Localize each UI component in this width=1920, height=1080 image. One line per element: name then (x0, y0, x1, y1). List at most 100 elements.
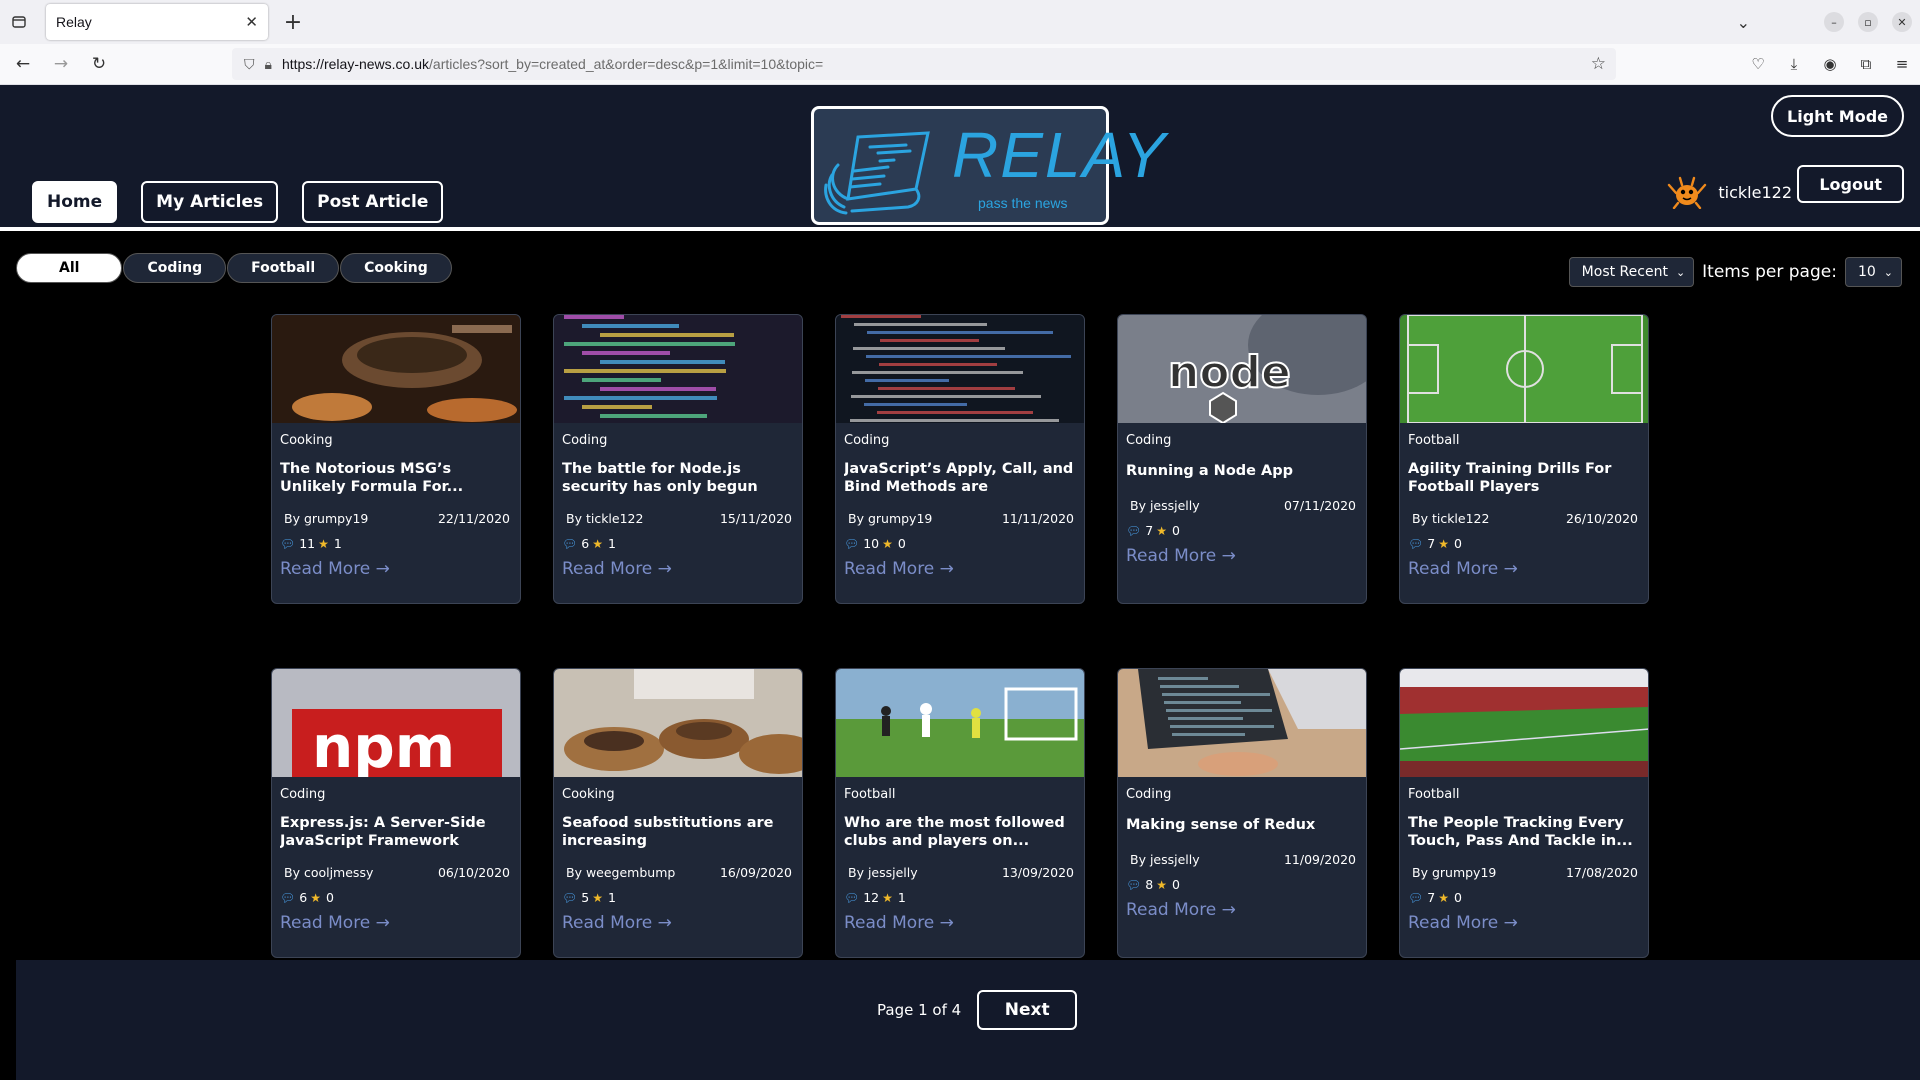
read-more-link[interactable]: Read More → (1126, 546, 1236, 566)
article-meta: By grumpy19 22/11/2020 (284, 511, 510, 526)
article-title[interactable]: The People Tracking Every Touch, Pass An… (1408, 814, 1642, 850)
home-button[interactable]: Home (32, 181, 118, 223)
article-date: 13/09/2020 (1001, 865, 1074, 880)
read-more-link[interactable]: Read More → (280, 913, 390, 933)
article-card[interactable]: node Coding Running a Node App By jessje… (1117, 314, 1367, 604)
article-title[interactable]: Seafood substitutions are increasing (562, 814, 796, 850)
article-thumbnail[interactable] (1400, 669, 1648, 777)
read-more-link[interactable]: Read More → (562, 913, 672, 933)
comment-count: 7 (1427, 536, 1436, 551)
comment-bubble-icon: 💬︎ (1408, 890, 1424, 905)
article-stats: 💬︎ 7 ★ 0 (1408, 890, 1462, 905)
article-topic: Coding (1126, 433, 1172, 448)
article-card[interactable]: Football Agility Training Drills For Foo… (1399, 314, 1649, 604)
star-icon: ★ (1438, 890, 1449, 905)
article-thumbnail[interactable]: node (1118, 315, 1366, 423)
article-thumbnail[interactable] (1118, 669, 1366, 777)
article-card[interactable]: npm Coding Express.js: A Server-Side Jav… (271, 668, 521, 958)
article-card[interactable]: Cooking Seafood substitutions are increa… (553, 668, 803, 958)
article-card[interactable]: Football The People Tracking Every Touch… (1399, 668, 1649, 958)
next-page-button[interactable]: Next (977, 990, 1078, 1030)
article-card[interactable]: Football Who are the most followed clubs… (835, 668, 1085, 958)
browser-tab[interactable]: Relay ✕ (46, 4, 268, 40)
read-more-link[interactable]: Read More → (1408, 913, 1518, 933)
url-bar[interactable]: ⛉ 🔒︎ https://relay-news.co.uk/articles?s… (232, 48, 1616, 80)
vote-count: 1 (607, 890, 616, 905)
vote-count: 0 (1171, 877, 1180, 892)
read-more-link[interactable]: Read More → (1408, 559, 1518, 579)
my-articles-button[interactable]: My Articles (141, 181, 279, 223)
article-date: 16/09/2020 (719, 865, 792, 880)
article-title[interactable]: The Notorious MSG’s Unlikely Formula For… (280, 460, 514, 496)
comment-bubble-icon: 💬︎ (844, 536, 860, 551)
article-thumbnail[interactable] (554, 315, 802, 423)
light-mode-button[interactable]: Light Mode (1771, 95, 1904, 137)
tab-list-icon[interactable] (0, 0, 38, 44)
tab-title: Relay (56, 14, 92, 30)
tab-overflow-chevron-icon[interactable]: ⌄ (1737, 13, 1750, 32)
article-card[interactable]: Coding JavaScript’s Apply, Call, and Bin… (835, 314, 1085, 604)
new-tab-icon[interactable]: + (280, 10, 306, 35)
article-stats: 💬︎ 6 ★ 0 (280, 890, 334, 905)
back-arrow-icon[interactable]: ← (8, 49, 38, 79)
relay-logo[interactable]: RELAY pass the news (811, 106, 1165, 225)
star-icon: ★ (310, 890, 321, 905)
vote-count: 0 (1453, 536, 1462, 551)
article-thumbnail[interactable]: npm (272, 669, 520, 777)
shield-icon[interactable]: ⛉ (244, 56, 255, 73)
reload-icon[interactable]: ↻ (84, 49, 114, 79)
read-more-link[interactable]: Read More → (844, 559, 954, 579)
lock-icon[interactable]: 🔒︎ (265, 56, 272, 73)
close-tab-icon[interactable]: ✕ (245, 13, 258, 31)
pocket-icon[interactable]: ♡ (1748, 54, 1768, 74)
article-topic: Coding (280, 787, 326, 802)
article-stats: 💬︎ 8 ★ 0 (1126, 877, 1180, 892)
menu-icon[interactable]: ≡ (1892, 54, 1912, 74)
article-title[interactable]: The battle for Node.js security has only… (562, 460, 796, 496)
bookmark-star-icon[interactable]: ☆ (1591, 54, 1606, 74)
article-topic: Football (844, 787, 896, 802)
restore-icon[interactable]: ▫ (1858, 12, 1878, 32)
star-icon: ★ (1156, 523, 1167, 538)
topic-coding-button[interactable]: Coding (123, 253, 227, 283)
comment-count: 12 (863, 890, 880, 905)
article-title[interactable]: Who are the most followed clubs and play… (844, 814, 1078, 850)
forward-arrow-icon[interactable]: → (46, 49, 76, 79)
article-author: By jessjelly (848, 865, 918, 880)
minimize-icon[interactable]: – (1824, 12, 1844, 32)
article-title[interactable]: Agility Training Drills For Football Pla… (1408, 460, 1642, 496)
article-card[interactable]: Coding The battle for Node.js security h… (553, 314, 803, 604)
article-thumbnail[interactable] (836, 315, 1084, 423)
article-thumbnail[interactable] (272, 315, 520, 423)
topic-football-button[interactable]: Football (227, 253, 340, 283)
topic-cooking-button[interactable]: Cooking (340, 253, 452, 283)
article-title[interactable]: Express.js: A Server-Side JavaScript Fra… (280, 814, 514, 850)
read-more-link[interactable]: Read More → (844, 913, 954, 933)
article-thumbnail[interactable] (1400, 315, 1648, 423)
read-more-link[interactable]: Read More → (1126, 900, 1236, 920)
topic-all-button[interactable]: All (16, 253, 123, 283)
article-card[interactable]: Coding Making sense of Redux By jessjell… (1117, 668, 1367, 958)
article-author: By jessjelly (1130, 852, 1200, 867)
downloads-icon[interactable]: ⤓ (1784, 54, 1804, 74)
article-title[interactable]: Running a Node App (1126, 462, 1360, 480)
article-thumbnail[interactable] (836, 669, 1084, 777)
post-article-button[interactable]: Post Article (302, 181, 444, 223)
account-icon[interactable]: ◉ (1820, 54, 1840, 74)
read-more-link[interactable]: Read More → (280, 559, 390, 579)
article-card[interactable]: Cooking The Notorious MSG’s Unlikely For… (271, 314, 521, 604)
article-meta: By tickle122 15/11/2020 (566, 511, 792, 526)
browser-tab-bar: Relay ✕ + ⌄ – ▫ ✕ (0, 0, 1920, 44)
sort-controls: Most Recent ⌄ Items per page: 10 ⌄ (1568, 257, 1902, 287)
article-title[interactable]: JavaScript’s Apply, Call, and Bind Metho… (844, 460, 1078, 496)
article-thumbnail[interactable] (554, 669, 802, 777)
comment-bubble-icon: 💬︎ (1126, 523, 1142, 538)
logout-button[interactable]: Logout (1797, 165, 1904, 203)
close-window-icon[interactable]: ✕ (1892, 12, 1912, 32)
sort-select[interactable]: Most Recent ⌄ (1568, 257, 1695, 287)
extensions-icon[interactable]: ⧉ (1856, 54, 1876, 74)
vote-count: 0 (1453, 890, 1462, 905)
article-title[interactable]: Making sense of Redux (1126, 816, 1360, 834)
items-per-page-select[interactable]: 10 ⌄ (1844, 257, 1902, 287)
read-more-link[interactable]: Read More → (562, 559, 672, 579)
